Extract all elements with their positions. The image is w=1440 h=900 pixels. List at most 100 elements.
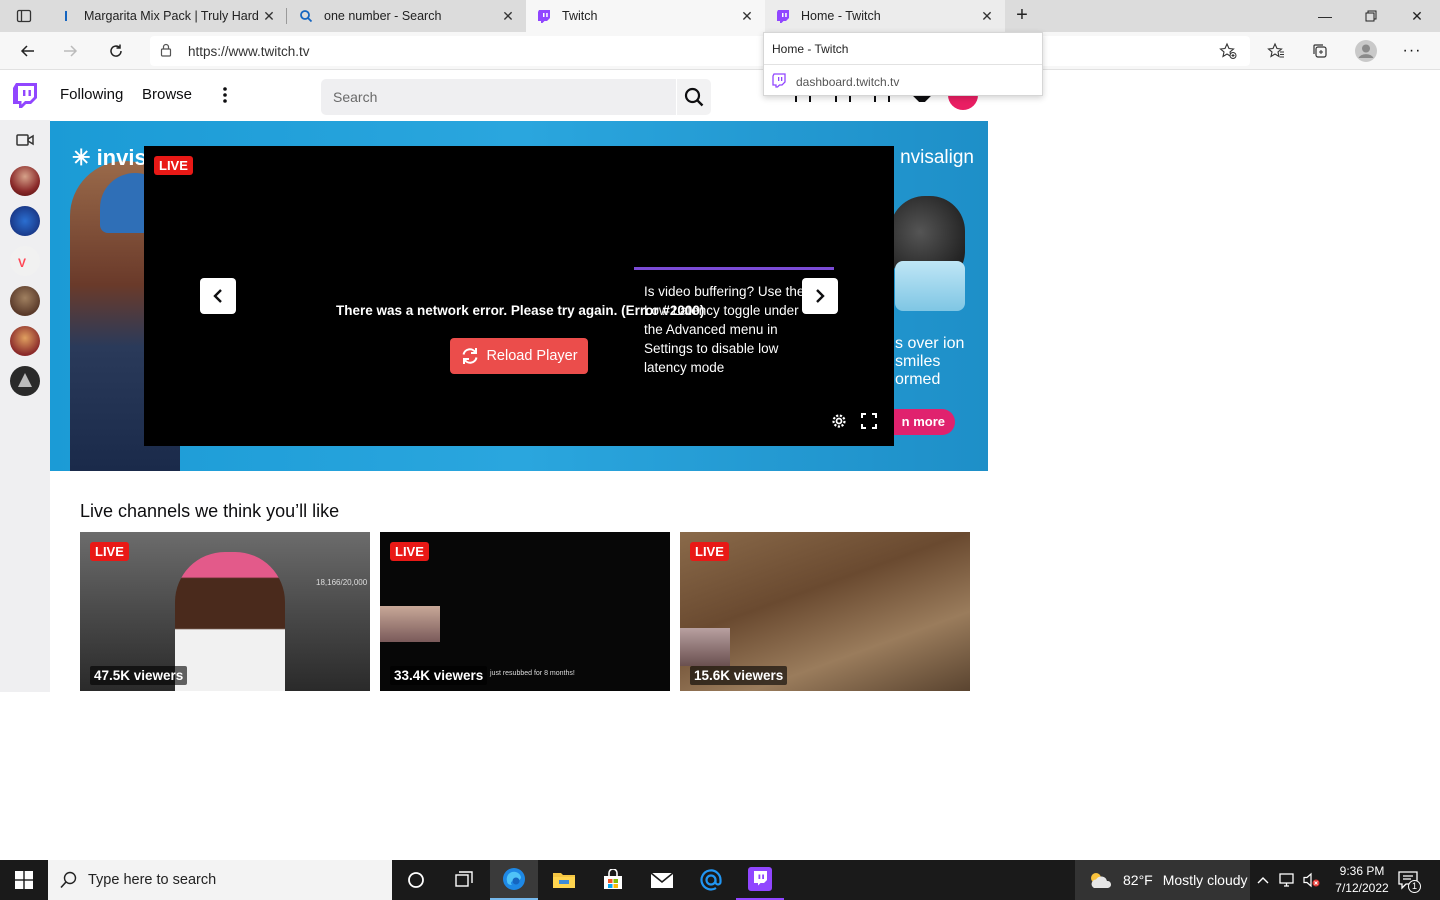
followed-channels-toggle[interactable] bbox=[16, 133, 34, 150]
close-window-button[interactable]: ✕ bbox=[1394, 0, 1440, 32]
tab-title: one number - Search bbox=[324, 9, 442, 23]
live-channels-heading: Live channels we think you’ll like bbox=[80, 501, 340, 521]
search-icon bbox=[684, 87, 704, 107]
collections-icon bbox=[1313, 44, 1327, 58]
nav-browse[interactable]: Browse bbox=[142, 86, 192, 103]
search-icon bbox=[60, 871, 77, 889]
start-button[interactable] bbox=[0, 860, 48, 900]
tip-progress-bar bbox=[634, 267, 834, 270]
more-menu-button[interactable] bbox=[216, 84, 234, 106]
restore-button[interactable] bbox=[1348, 0, 1394, 32]
tab-search[interactable]: one number - Search ✕ bbox=[288, 0, 526, 32]
twitch-icon bbox=[775, 8, 791, 24]
new-tab-button[interactable]: + bbox=[1010, 4, 1034, 28]
viewer-count: 15.6K viewers bbox=[690, 666, 788, 685]
ad-learn-more-button[interactable]: n more bbox=[893, 409, 955, 435]
followed-channel-avatar[interactable] bbox=[10, 206, 40, 236]
side-nav: V bbox=[0, 120, 50, 692]
streamer-webcam bbox=[680, 628, 730, 666]
taskbar-mail[interactable] bbox=[638, 860, 686, 900]
close-icon: ✕ bbox=[1411, 7, 1423, 24]
taskbar-search-placeholder: Type here to search bbox=[88, 872, 217, 888]
url-field[interactable]: https://www.twitch.tv bbox=[150, 36, 1250, 66]
reload-icon bbox=[462, 348, 478, 364]
taskbar-search[interactable]: Type here to search bbox=[48, 860, 392, 900]
weather-widget[interactable]: 82°F Mostly cloudy bbox=[1075, 860, 1250, 900]
streamer-webcam bbox=[380, 606, 440, 642]
live-badge: LIVE bbox=[90, 542, 129, 561]
forward-button[interactable] bbox=[56, 37, 84, 65]
back-button[interactable] bbox=[14, 37, 42, 65]
forward-arrow-icon bbox=[64, 45, 78, 57]
taskbar-store[interactable] bbox=[589, 860, 637, 900]
taskbar-twitch[interactable] bbox=[736, 860, 784, 900]
twitch-icon bbox=[536, 8, 552, 24]
ad-copy: s over ion smiles ormed bbox=[895, 335, 965, 388]
add-favorite-button[interactable] bbox=[1214, 37, 1242, 65]
taskbar-edge[interactable] bbox=[490, 860, 538, 900]
tab-title: Margarita Mix Pack | Truly Hard S bbox=[84, 9, 261, 23]
followed-channel-avatar[interactable] bbox=[10, 326, 40, 356]
search-button[interactable] bbox=[677, 79, 711, 115]
twitch-top-nav: Following Browse bbox=[0, 70, 1440, 120]
reload-player-label: Reload Player bbox=[486, 348, 578, 364]
refresh-button[interactable] bbox=[102, 37, 130, 65]
refresh-icon bbox=[110, 44, 122, 57]
video-player[interactable]: LIVE There was a network error. Please t… bbox=[144, 146, 894, 446]
close-tab-icon[interactable]: ✕ bbox=[261, 8, 277, 25]
show-hidden-icons-button[interactable] bbox=[1254, 871, 1272, 889]
stream-overlay-text: just resubbed for 8 months! bbox=[490, 670, 575, 677]
carousel-prev-button[interactable] bbox=[200, 278, 236, 314]
search-input[interactable] bbox=[321, 79, 676, 115]
channel-card[interactable]: LIVE 15.6K viewers bbox=[680, 532, 970, 691]
action-center-button[interactable]: 1 bbox=[1398, 871, 1421, 894]
tab-margarita[interactable]: Margarita Mix Pack | Truly Hard S ✕ bbox=[48, 0, 287, 32]
channel-card[interactable]: 18,166/20,000 LIVE 47.5K viewers bbox=[80, 532, 370, 691]
profile-button[interactable] bbox=[1352, 37, 1380, 65]
cortana-button[interactable] bbox=[392, 860, 440, 900]
favorites-button[interactable] bbox=[1262, 37, 1290, 65]
network-icon bbox=[1279, 873, 1294, 887]
carousel-next-button[interactable] bbox=[802, 278, 838, 314]
channel-card[interactable]: just resubbed for 8 months! LIVE 33.4K v… bbox=[380, 532, 670, 691]
network-button[interactable] bbox=[1278, 871, 1296, 889]
clock-time: 9:36 PM bbox=[1339, 864, 1385, 878]
task-view-button[interactable] bbox=[440, 860, 488, 900]
tab-twitch[interactable]: Twitch ✕ bbox=[526, 0, 765, 32]
close-tab-icon[interactable]: ✕ bbox=[979, 8, 995, 25]
chevron-up-icon bbox=[1257, 877, 1269, 884]
collections-button[interactable] bbox=[1306, 37, 1334, 65]
reload-player-button[interactable]: Reload Player bbox=[450, 338, 588, 374]
taskbar-at-app[interactable] bbox=[687, 860, 735, 900]
close-tab-icon[interactable]: ✕ bbox=[739, 8, 755, 25]
live-badge: LIVE bbox=[390, 542, 429, 561]
volume-button[interactable] bbox=[1302, 871, 1320, 889]
tab-hover-card: Home - Twitch dashboard.twitch.tv bbox=[763, 32, 1043, 96]
vertical-dots-icon bbox=[223, 87, 227, 103]
tab-home-twitch[interactable]: Home - Twitch ✕ bbox=[765, 0, 1005, 32]
minimize-button[interactable]: — bbox=[1302, 0, 1348, 32]
triangle-logo-icon bbox=[18, 373, 32, 387]
tab-actions-button[interactable] bbox=[8, 4, 40, 28]
hover-card-title: Home - Twitch bbox=[772, 42, 849, 56]
followed-channel-avatar[interactable] bbox=[10, 366, 40, 396]
fullscreen-button[interactable] bbox=[860, 412, 878, 430]
followed-channel-avatar[interactable] bbox=[10, 286, 40, 316]
taskbar-file-explorer[interactable] bbox=[540, 860, 588, 900]
twitch-logo[interactable] bbox=[12, 82, 38, 113]
back-arrow-icon bbox=[20, 45, 34, 57]
clock[interactable]: 9:36 PM 7/12/2022 bbox=[1332, 863, 1392, 897]
player-settings-button[interactable] bbox=[830, 412, 848, 430]
close-tab-icon[interactable]: ✕ bbox=[500, 8, 516, 25]
windows-taskbar: Type here to search 82°F Mostly cloudy 9… bbox=[0, 860, 1440, 900]
lock-icon bbox=[160, 43, 172, 57]
viewer-count: 33.4K viewers bbox=[390, 666, 488, 685]
windows-logo-icon bbox=[15, 871, 33, 889]
browser-tab-bar: Margarita Mix Pack | Truly Hard S ✕ one … bbox=[0, 0, 1440, 32]
chevron-left-icon bbox=[213, 289, 222, 303]
followed-channel-avatar[interactable] bbox=[10, 166, 40, 196]
nav-following[interactable]: Following bbox=[60, 86, 123, 103]
settings-more-button[interactable]: ··· bbox=[1398, 37, 1426, 65]
followed-channel-avatar[interactable]: V bbox=[10, 246, 40, 276]
twitch-logo-icon bbox=[13, 83, 37, 108]
